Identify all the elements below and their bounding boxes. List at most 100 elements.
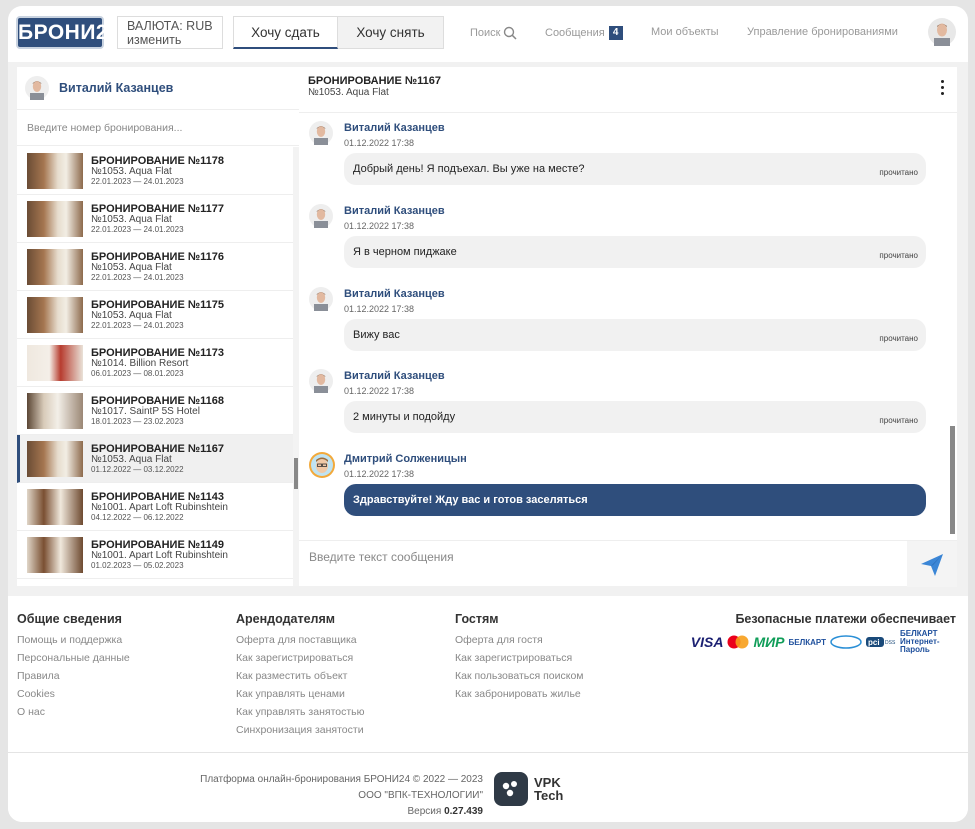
footer-link[interactable]: Синхронизация занятости xyxy=(236,721,365,739)
booking-search-input[interactable]: Введите номер бронирования... xyxy=(17,110,299,146)
payments-block: Безопасные платежи обеспечивает VISA МИР… xyxy=(691,612,956,654)
booking-dates: 22.01.2023 — 24.01.2023 xyxy=(91,224,184,234)
booking-list: БРОНИРОВАНИЕ №1178 №1053. Aqua Flat 22.01.… xyxy=(17,147,299,586)
footer-link[interactable]: Как разместить объект xyxy=(236,667,365,685)
footer-link[interactable]: О нас xyxy=(17,703,130,721)
payments-title: Безопасные платежи обеспечивает xyxy=(735,612,956,626)
message-author: Виталий Казанцев xyxy=(344,370,445,382)
user-avatar-image xyxy=(928,18,956,46)
booking-list-scroll-thumb[interactable] xyxy=(294,458,298,489)
tab-rent[interactable]: Хочу снять xyxy=(338,16,444,49)
footer-link[interactable]: Как управлять ценами xyxy=(236,685,365,703)
tab-rent-out[interactable]: Хочу сдать xyxy=(233,16,338,49)
search-icon xyxy=(504,26,518,40)
booking-item[interactable]: БРОНИРОВАНИЕ №1177 №1053. Aqua Flat 22.01.… xyxy=(17,195,293,243)
booking-item[interactable]: БРОНИРОВАНИЕ №1173 №1014. Billion Resort 0… xyxy=(17,339,293,387)
booking-item[interactable]: БРОНИРОВАНИЕ №1168 №1017. SaintP 5S Hotel… xyxy=(17,387,293,435)
booking-item[interactable]: БРОНИРОВАНИЕ №1167 №1053. Aqua Flat 01.12.… xyxy=(17,435,293,483)
message-time: 01.12.2022 17:38 xyxy=(344,304,415,314)
currency-selector[interactable]: ВАЛЮТА: RUB изменить xyxy=(117,16,223,49)
booking-item[interactable]: БРОНИРОВАНИЕ №1149 №1001. Apart Loft Rubi… xyxy=(17,531,293,579)
booking-place: №1001. Apart Loft Rubinshtein xyxy=(91,501,228,513)
footer-link[interactable]: Как зарегистрироваться xyxy=(455,649,584,667)
booking-place: №1017. SaintP 5S Hotel xyxy=(91,405,200,417)
top-header: БРОНИ24 ВАЛЮТА: RUB изменить Хочу сдать … xyxy=(8,6,968,62)
chat-scroll-thumb[interactable] xyxy=(950,426,955,534)
message-avatar xyxy=(309,204,333,233)
footer-link[interactable]: Cookies xyxy=(17,685,130,703)
nav-my-objects[interactable]: Мои объекты xyxy=(651,26,719,38)
footer-link[interactable]: Как пользоваться поиском xyxy=(455,667,584,685)
currency-label: ВАЛЮТА: RUB xyxy=(127,19,213,33)
booking-title: БРОНИРОВАНИЕ №1167 xyxy=(91,442,224,455)
copyright-block: Платформа онлайн-бронирования БРОНИ24 © … xyxy=(158,772,483,820)
currency-change-link[interactable]: изменить xyxy=(127,33,213,47)
footer-link[interactable]: Персональные данные xyxy=(17,649,130,667)
message-time: 01.12.2022 17:38 xyxy=(344,221,415,231)
booking-thumbnail xyxy=(27,440,83,477)
footer-link[interactable]: Правила xyxy=(17,667,130,685)
nav-search[interactable]: Поиск xyxy=(470,26,518,40)
version-label: Версия xyxy=(407,806,442,817)
footer-link[interactable]: Оферта для поставщика xyxy=(236,631,365,649)
vpk-tech-logo[interactable]: VPK Tech xyxy=(494,772,563,806)
booking-thumbnail xyxy=(27,296,83,333)
chat-scrollbar[interactable] xyxy=(949,113,957,537)
company-name: ООО "ВПК-ТЕХНОЛОГИИ" xyxy=(358,790,483,801)
message-author: Дмитрий Солженицын xyxy=(344,453,467,465)
message-bubble: Я в черном пиджаке прочитано xyxy=(344,236,926,268)
footer-link[interactable]: Помощь и поддержка xyxy=(17,631,130,649)
message-avatar xyxy=(309,369,333,398)
footer-col-owners: Арендодателям Оферта для поставщика Как з… xyxy=(236,612,365,739)
message-input[interactable]: Введите текст сообщения xyxy=(309,550,454,564)
nav-manage-bookings[interactable]: Управление бронированиями xyxy=(747,26,898,38)
footer-link[interactable]: Как зарегистрироваться xyxy=(236,649,365,667)
booking-title: БРОНИРОВАНИЕ №1149 xyxy=(91,538,224,551)
pci-dss-logo: pci DSS xyxy=(866,637,896,647)
booking-dates: 22.01.2023 — 24.01.2023 xyxy=(91,272,184,282)
booking-place: №1053. Aqua Flat xyxy=(91,453,172,465)
mir-logo: МИР xyxy=(753,634,785,650)
booking-title: БРОНИРОВАНИЕ №1143 xyxy=(91,490,224,503)
message-time: 01.12.2022 17:38 xyxy=(344,138,415,148)
chat-booking-subtitle: №1053. Aqua Flat xyxy=(308,87,389,98)
booking-place: №1053. Aqua Flat xyxy=(91,261,172,273)
user-avatar[interactable] xyxy=(928,18,956,51)
message-author: Виталий Казанцев xyxy=(344,122,445,134)
chat-header: БРОНИРОВАНИЕ №1167 №1053. Aqua Flat xyxy=(299,67,957,113)
booking-item[interactable]: БРОНИРОВАНИЕ №1176 №1053. Aqua Flat 22.01.… xyxy=(17,243,293,291)
footer-link[interactable]: Оферта для гостя xyxy=(455,631,584,649)
message-time: 01.12.2022 17:38 xyxy=(344,469,415,479)
svg-text:DSS: DSS xyxy=(885,640,896,646)
booking-item[interactable]: БРОНИРОВАНИЕ №1178 №1053. Aqua Flat 22.01.… xyxy=(17,147,293,195)
message-bubble: Добрый день! Я подъехал. Вы уже на месте… xyxy=(344,153,926,185)
booking-title: БРОНИРОВАНИЕ №1177 xyxy=(91,202,224,215)
contact-header: Виталий Казанцев xyxy=(17,67,299,110)
message-author: Виталий Казанцев xyxy=(344,205,445,217)
booking-thumbnail xyxy=(27,248,83,285)
footer-link[interactable]: Как управлять занятостью xyxy=(236,703,365,721)
message-bubble: 2 минуты и подойду прочитано xyxy=(344,401,926,433)
message-avatar xyxy=(309,121,333,150)
booking-item[interactable]: БРОНИРОВАНИЕ №1143 №1001. Apart Loft Rubi… xyxy=(17,483,293,531)
booking-dates: 22.01.2023 — 24.01.2023 xyxy=(91,320,184,330)
booking-place: №1053. Aqua Flat xyxy=(91,213,172,225)
messages-count-badge: 4 xyxy=(608,26,623,40)
message-time: 01.12.2022 17:38 xyxy=(344,386,415,396)
footer-link[interactable]: Как забронировать жилье xyxy=(455,685,584,703)
app-frame: БРОНИ24 ВАЛЮТА: RUB изменить Хочу сдать … xyxy=(8,6,968,822)
send-button[interactable] xyxy=(907,541,957,587)
site-footer: Общие сведения Помощь и поддержка Персона… xyxy=(8,596,968,822)
footer-col-general: Общие сведения Помощь и поддержка Персона… xyxy=(17,612,130,721)
contact-name: Виталий Казанцев xyxy=(59,81,174,95)
more-menu-icon[interactable] xyxy=(941,80,945,98)
message-text: Я в черном пиджаке xyxy=(353,246,457,258)
payment-logos: VISA МИР БЕЛКАРТ pci DSS БЕЛКАРТ Интернет… xyxy=(691,630,956,654)
booking-title: БРОНИРОВАНИЕ №1173 xyxy=(91,346,224,359)
nav-messages[interactable]: Сообщения 4 xyxy=(545,26,623,40)
message-status: прочитано xyxy=(879,251,918,260)
logo[interactable]: БРОНИ24 xyxy=(16,16,120,49)
message-text: Вижу вас xyxy=(353,329,400,341)
booking-thumbnail xyxy=(27,488,83,525)
booking-item[interactable]: БРОНИРОВАНИЕ №1175 №1053. Aqua Flat 22.01.… xyxy=(17,291,293,339)
